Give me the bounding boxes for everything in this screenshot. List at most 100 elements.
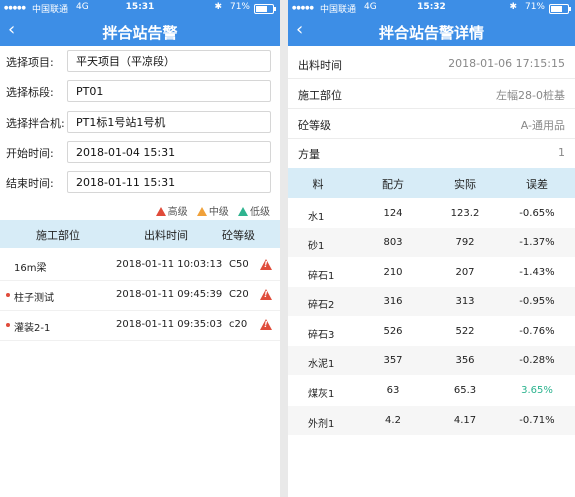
table-row[interactable]: 灌装2-1 2018-01-11 09:35:03 c20 [0, 310, 280, 341]
cell-material: 碎石1 [308, 271, 335, 282]
column-header: 料 [312, 178, 324, 191]
cell-error: -1.37% [519, 237, 555, 248]
column-header: 误差 [526, 178, 548, 191]
cell-error: -0.65% [519, 208, 555, 219]
table-row: 水1 124 123.2 -0.65% [288, 199, 575, 228]
detail-value: 左幅28-0桩基 [496, 89, 565, 102]
cell-recipe: 210 [383, 267, 403, 278]
detail-label: 出料时间 [298, 59, 342, 72]
legend-mid: 中级 [196, 207, 229, 218]
cell-time: 2018-01-11 10:03:13 [116, 259, 223, 270]
filter-label: 选择标段: [6, 86, 54, 99]
cell-recipe: 357 [383, 355, 403, 366]
cell-material: 碎石2 [308, 300, 335, 311]
material-table-header: 料 配方 实际 误差 [288, 168, 575, 198]
severity-legend: 高级 中级 低级 [150, 203, 270, 218]
cell-material: 水1 [308, 212, 325, 223]
detail-value: 1 [558, 146, 565, 159]
table-row: 煤灰1 63 65.3 3.65% [288, 376, 575, 405]
table-row: 碎石3 526 522 -0.76% [288, 317, 575, 346]
start-time-filter: 开始时间: 2018-01-04 15:31 [6, 141, 274, 165]
cell-grade: C50 [229, 259, 249, 270]
detail-row: 砼等级 A-通用品 [288, 110, 575, 139]
cell-actual: 313 [455, 296, 475, 307]
end-time-input[interactable]: 2018-01-11 15:31 [67, 171, 271, 193]
project-filter: 选择项目: 平天项目（平凉段） [6, 50, 274, 74]
bluetooth-icon: ✱ [214, 2, 222, 12]
cell-recipe: 316 [383, 296, 403, 307]
table-row: 碎石2 316 313 -0.95% [288, 287, 575, 316]
legend-low-label: 低级 [250, 207, 270, 218]
detail-label: 施工部位 [298, 89, 342, 102]
battery-percent: 71% [229, 2, 250, 12]
column-header: 施工部位 [36, 229, 80, 242]
battery-percent: 71% [524, 2, 545, 12]
table-row[interactable]: 柱子测试 2018-01-11 09:45:39 C20 [0, 280, 280, 311]
filter-label: 选择拌合机: [6, 117, 65, 130]
detail-label: 方量 [298, 148, 320, 161]
cell-time: 2018-01-11 09:45:39 [116, 289, 223, 300]
cell-error: -0.28% [519, 355, 555, 366]
project-select[interactable]: 平天项目（平凉段） [67, 50, 271, 72]
cell-actual: 792 [455, 237, 475, 248]
cell-actual: 65.3 [453, 385, 477, 396]
cell-error: -0.76% [519, 326, 555, 337]
legend-mid-label: 中级 [208, 207, 229, 218]
column-header: 实际 [454, 178, 476, 191]
cell-recipe: 526 [383, 326, 403, 337]
filter-label: 结束时间: [6, 177, 54, 190]
warning-icon [260, 319, 272, 330]
cell-grade: c20 [229, 319, 248, 330]
cell-recipe: 803 [383, 237, 403, 248]
column-header: 砼等级 [222, 229, 255, 242]
screen-divider [280, 0, 288, 497]
cell-part: 16m梁 [14, 263, 47, 274]
cell-material: 砂1 [308, 241, 325, 252]
status-bar: ●●●●● 中国联通 4G 15:31 ✱ 71% [0, 0, 280, 16]
cell-error: -1.43% [519, 267, 555, 278]
detail-row: 施工部位 左幅28-0桩基 [288, 80, 575, 109]
cell-part: 灌装2-1 [14, 323, 51, 334]
section-filter: 选择标段: PT01 [6, 80, 274, 104]
detail-row: 方量 1 [288, 139, 575, 167]
filter-label: 选择项目: [6, 56, 54, 69]
detail-value: 2018-01-06 17:15:15 [448, 57, 565, 70]
end-time-filter: 结束时间: 2018-01-11 15:31 [6, 171, 274, 195]
battery-icon [549, 4, 571, 14]
alarm-list-screen: ●●●●● 中国联通 4G 15:31 ✱ 71% ‹ 拌合站告警 选择项目: … [0, 0, 280, 497]
page-title: 拌合站告警详情 [378, 24, 484, 42]
detail-value: A-通用品 [520, 119, 565, 132]
table-row: 碎石1 210 207 -1.43% [288, 258, 575, 287]
warning-mid-icon [196, 207, 207, 216]
cell-time: 2018-01-11 09:35:03 [116, 319, 223, 330]
alarm-table-header: 施工部位 出料时间 砼等级 [0, 220, 280, 248]
cell-actual: 4.17 [453, 415, 477, 426]
cell-actual: 207 [455, 267, 475, 278]
cell-actual: 522 [455, 326, 475, 337]
table-row: 外剂1 4.2 4.17 -0.71% [288, 406, 575, 435]
cell-recipe: 63 [386, 385, 400, 396]
unread-dot [6, 293, 10, 297]
bluetooth-icon: ✱ [509, 2, 517, 12]
cell-error: 3.65% [521, 385, 553, 396]
mixer-select[interactable]: PT1标1号站1号机 [67, 111, 271, 133]
cell-grade: C20 [229, 289, 249, 300]
detail-label: 砼等级 [298, 119, 331, 132]
mixer-filter: 选择拌合机: PT1标1号站1号机 [6, 111, 274, 135]
warning-icon [260, 289, 272, 300]
warning-low-icon [238, 207, 248, 216]
detail-row: 出料时间 2018-01-06 17:15:15 [288, 50, 575, 79]
legend-high: 高级 [155, 207, 188, 218]
start-time-input[interactable]: 2018-01-04 15:31 [67, 141, 271, 163]
section-select[interactable]: PT01 [67, 80, 271, 102]
table-row: 砂1 803 792 -1.37% [288, 228, 575, 257]
alarm-detail-screen: ●●●●● 中国联通 4G 15:32 ✱ 71% ‹ 拌合站告警详情 出料时间… [288, 0, 575, 497]
table-row[interactable]: 16m梁 2018-01-11 10:03:13 C50 [0, 250, 280, 281]
warning-icon [260, 259, 272, 270]
cell-actual: 356 [455, 355, 475, 366]
column-header: 出料时间 [144, 229, 188, 242]
cell-material: 碎石3 [308, 330, 335, 341]
cell-material: 煤灰1 [308, 389, 335, 400]
cell-actual: 123.2 [450, 208, 480, 219]
battery-icon [254, 4, 276, 14]
